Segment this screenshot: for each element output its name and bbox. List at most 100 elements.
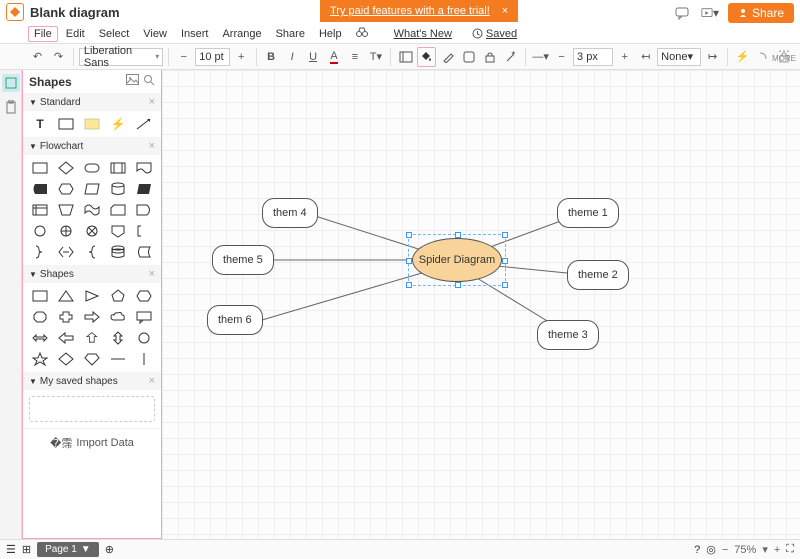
- sh-star[interactable]: [29, 350, 51, 368]
- search-icon[interactable]: [143, 74, 155, 89]
- arrow-shape[interactable]: [133, 115, 155, 133]
- grid-view-icon[interactable]: ⊞: [22, 543, 31, 556]
- fill-color-button[interactable]: [417, 47, 436, 67]
- sh-oct[interactable]: [29, 308, 51, 326]
- menu-edit[interactable]: Edit: [60, 26, 91, 42]
- border-color-button[interactable]: [438, 47, 457, 67]
- fc-process[interactable]: [29, 159, 51, 177]
- menu-arrange[interactable]: Arrange: [216, 26, 267, 42]
- fc-manual[interactable]: [55, 201, 77, 219]
- section-saved-shapes[interactable]: ▼My saved shapes ×: [23, 372, 161, 390]
- italic-button[interactable]: I: [283, 47, 302, 67]
- node-them6[interactable]: them 6: [207, 305, 263, 335]
- node-theme5[interactable]: theme 5: [212, 245, 274, 275]
- shape-options-button[interactable]: [459, 47, 478, 67]
- present-icon[interactable]: ▾: [700, 4, 720, 22]
- note-shape[interactable]: [81, 115, 103, 133]
- import-data-button[interactable]: �霈 Import Data: [23, 428, 161, 457]
- document-title[interactable]: Blank diagram: [30, 5, 120, 20]
- node-theme1[interactable]: theme 1: [557, 198, 619, 228]
- node-theme2[interactable]: theme 2: [567, 260, 629, 290]
- zoom-level[interactable]: 75%: [734, 544, 756, 556]
- sh-cloud[interactable]: [107, 308, 129, 326]
- rect-shape[interactable]: [55, 115, 77, 133]
- help-icon[interactable]: ?: [694, 544, 700, 556]
- zoom-in-button[interactable]: +: [774, 544, 780, 556]
- shapes-tab-icon[interactable]: [2, 74, 20, 92]
- undo-button[interactable]: ↶: [28, 47, 47, 67]
- align-button[interactable]: ≡: [345, 47, 364, 67]
- bold-button[interactable]: B: [262, 47, 281, 67]
- stroke-width-input[interactable]: 3 px: [573, 48, 613, 66]
- share-button[interactable]: Share: [728, 3, 794, 23]
- binoculars-icon[interactable]: [350, 24, 374, 43]
- fc-hex[interactable]: [55, 180, 77, 198]
- fc-card[interactable]: [107, 201, 129, 219]
- connector-icon[interactable]: [754, 47, 773, 67]
- fc-or[interactable]: [55, 222, 77, 240]
- lock-icon[interactable]: [480, 47, 499, 67]
- menu-help[interactable]: Help: [313, 26, 348, 42]
- section-flowchart[interactable]: ▼Flowchart ×: [23, 137, 161, 155]
- width-plus[interactable]: +: [615, 47, 634, 67]
- magic-icon[interactable]: [501, 47, 520, 67]
- add-page-button[interactable]: ⊕: [105, 543, 114, 556]
- size-minus[interactable]: −: [174, 47, 193, 67]
- page-tab[interactable]: Page 1 ▼: [37, 542, 99, 557]
- close-icon[interactable]: ×: [149, 375, 155, 387]
- flash-shape[interactable]: ⚡: [107, 115, 129, 133]
- fc-doc[interactable]: [133, 159, 155, 177]
- font-size-input[interactable]: 10 pt: [195, 48, 230, 66]
- menu-insert[interactable]: Insert: [175, 26, 215, 42]
- comment-icon[interactable]: [672, 4, 692, 22]
- section-shapes[interactable]: ▼Shapes ×: [23, 265, 161, 283]
- fc-io[interactable]: [133, 180, 155, 198]
- more-button[interactable]: ⋯MORE: [772, 48, 796, 63]
- size-plus[interactable]: +: [232, 47, 251, 67]
- text-color-button[interactable]: A: [325, 47, 344, 67]
- image-icon[interactable]: [126, 74, 139, 89]
- node-them4[interactable]: them 4: [262, 198, 318, 228]
- fc-brace-l[interactable]: [81, 243, 103, 261]
- fc-decision[interactable]: [55, 159, 77, 177]
- fc-db[interactable]: [107, 243, 129, 261]
- fc-display[interactable]: [29, 180, 51, 198]
- close-icon[interactable]: ×: [149, 268, 155, 280]
- menu-whats-new[interactable]: What's New: [388, 26, 458, 42]
- fc-connector[interactable]: [29, 222, 51, 240]
- text-shape[interactable]: T: [29, 115, 51, 133]
- sh-tri-r[interactable]: [81, 287, 103, 305]
- sh-vline[interactable]: [133, 350, 155, 368]
- fc-brace-r[interactable]: [29, 243, 51, 261]
- arrow-end-button[interactable]: ↦: [703, 47, 722, 67]
- sh-arrow-r[interactable]: [81, 308, 103, 326]
- sh-rect[interactable]: [29, 287, 51, 305]
- section-standard[interactable]: ▼Standard ×: [23, 93, 161, 111]
- fc-dstor[interactable]: [133, 243, 155, 261]
- shape-style-button[interactable]: [396, 47, 415, 67]
- close-icon[interactable]: ×: [502, 5, 508, 17]
- sh-hex[interactable]: [133, 287, 155, 305]
- node-theme3[interactable]: theme 3: [537, 320, 599, 350]
- line-style-button[interactable]: —▾: [531, 47, 550, 67]
- target-icon[interactable]: ◎: [706, 543, 716, 556]
- menu-file[interactable]: File: [28, 26, 58, 42]
- fc-terminator[interactable]: [81, 159, 103, 177]
- promo-link[interactable]: Try paid features with a free trial!: [330, 5, 490, 17]
- sh-cross[interactable]: [55, 308, 77, 326]
- width-minus[interactable]: −: [552, 47, 571, 67]
- saved-indicator[interactable]: Saved: [472, 28, 517, 40]
- sh-tri[interactable]: [55, 287, 77, 305]
- fc-merge[interactable]: [55, 243, 77, 261]
- sh-circle[interactable]: [133, 329, 155, 347]
- line-end-select[interactable]: None▾: [657, 48, 701, 66]
- fc-para[interactable]: [81, 180, 103, 198]
- sh-diamond[interactable]: [55, 350, 77, 368]
- fc-intstor[interactable]: [29, 201, 51, 219]
- fc-cyl[interactable]: [107, 180, 129, 198]
- fc-predef[interactable]: [107, 159, 129, 177]
- sh-arrow-l[interactable]: [55, 329, 77, 347]
- sh-arrow-ud[interactable]: [107, 329, 129, 347]
- arrow-start-button[interactable]: ↤: [636, 47, 655, 67]
- sh-hline[interactable]: [107, 350, 129, 368]
